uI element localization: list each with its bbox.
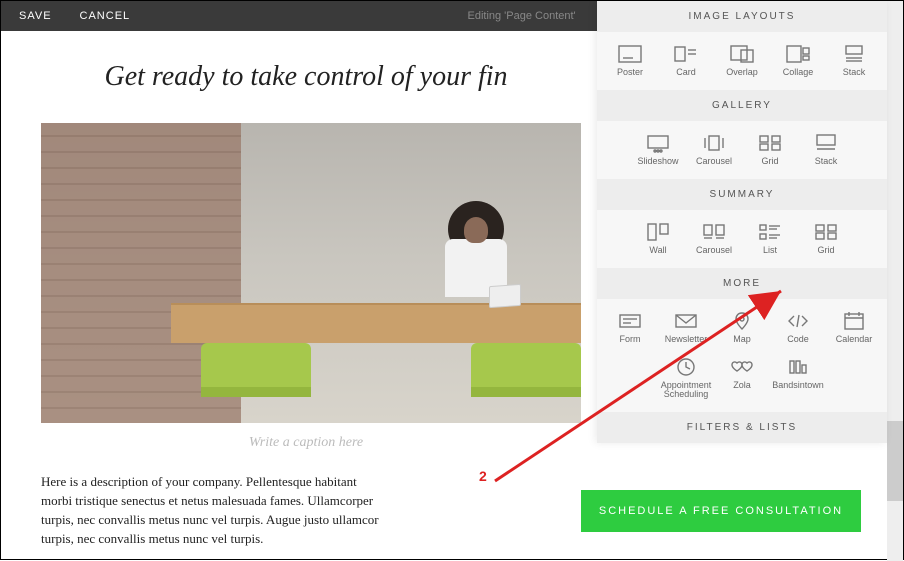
page-headline[interactable]: Get ready to take control of your fin [41, 61, 571, 93]
block-card[interactable]: Card [658, 38, 714, 84]
block-stack-g[interactable]: Stack [798, 127, 854, 173]
block-list[interactable]: List [742, 216, 798, 262]
image-caption[interactable]: Write a caption here [41, 435, 571, 451]
wall-icon [645, 222, 671, 242]
lbl: Carousel [686, 157, 742, 167]
list-icon [757, 222, 783, 242]
company-description[interactable]: Here is a description of your company. P… [41, 473, 391, 548]
lbl: Newsletter [658, 335, 714, 345]
lbl: Grid [742, 157, 798, 167]
section-header-filters: FILTERS & LISTS [597, 412, 887, 443]
lbl: Carousel [686, 246, 742, 256]
lbl: Poster [602, 68, 658, 78]
cancel-button[interactable]: CANCEL [80, 10, 131, 22]
block-newsletter[interactable]: Newsletter [658, 305, 714, 351]
scrollbar-thumb[interactable] [887, 421, 903, 501]
section-header-summary: SUMMARY [597, 179, 887, 210]
annotation-label: 2 [479, 468, 487, 484]
lbl: Grid [798, 246, 854, 256]
envelope-icon [673, 311, 699, 331]
grid-summary: Wall Carousel List Grid [597, 210, 887, 268]
lbl: Stack [826, 68, 882, 78]
block-code[interactable]: Code [770, 305, 826, 351]
lbl: Card [658, 68, 714, 78]
slideshow-icon [645, 133, 671, 153]
section-header-image-layouts: IMAGE LAYOUTS [597, 1, 887, 32]
tablet [489, 284, 521, 308]
overlap-icon [729, 44, 755, 64]
stack-g-icon [813, 133, 839, 153]
lbl: Appointment Scheduling [658, 381, 714, 401]
block-stack-img[interactable]: Stack [826, 38, 882, 84]
poster-icon [617, 44, 643, 64]
lbl: Calendar [826, 335, 882, 345]
lbl: Overlap [714, 68, 770, 78]
form-icon [617, 311, 643, 331]
block-bandsintown[interactable]: Bandsintown [770, 351, 826, 407]
block-form[interactable]: Form [602, 305, 658, 351]
hearts-icon [729, 357, 755, 377]
block-poster[interactable]: Poster [602, 38, 658, 84]
chair-right [461, 343, 581, 413]
calendar-icon [841, 311, 867, 331]
lbl: Collage [770, 68, 826, 78]
map-pin-icon [729, 311, 755, 331]
carousel-s-icon [701, 222, 727, 242]
code-icon [785, 311, 811, 331]
hero-image[interactable] [41, 123, 581, 423]
lbl: Code [770, 335, 826, 345]
page-content: Get ready to take control of your fin Wr… [1, 31, 611, 548]
lbl: Bandsintown [770, 381, 826, 391]
cta-button[interactable]: SCHEDULE A FREE CONSULTATION [581, 490, 861, 532]
save-button[interactable]: SAVE [19, 10, 52, 22]
block-collage[interactable]: Collage [770, 38, 826, 84]
block-carousel-g[interactable]: Carousel [686, 127, 742, 173]
block-grid-s[interactable]: Grid [798, 216, 854, 262]
lbl: Stack [798, 157, 854, 167]
clock-icon [673, 357, 699, 377]
lbl: Map [714, 335, 770, 345]
lbl: Slideshow [630, 157, 686, 167]
collage-icon [785, 44, 811, 64]
chair-left [201, 343, 321, 413]
lbl: Zola [714, 381, 770, 391]
stack-icon [841, 44, 867, 64]
bandsintown-icon [785, 357, 811, 377]
block-zola[interactable]: Zola [714, 351, 770, 407]
block-carousel-s[interactable]: Carousel [686, 216, 742, 262]
carousel-icon [701, 133, 727, 153]
desk [171, 303, 581, 343]
block-panel: IMAGE LAYOUTS Poster Card Overlap Collag… [597, 1, 887, 443]
lbl: Wall [630, 246, 686, 256]
grid-icon [757, 133, 783, 153]
lbl: List [742, 246, 798, 256]
grid-s-icon [813, 222, 839, 242]
block-slideshow[interactable]: Slideshow [630, 127, 686, 173]
section-header-more: MORE [597, 268, 887, 299]
grid-more: Form Newsletter Map Code Calendar Appoin… [597, 299, 887, 413]
card-icon [673, 44, 699, 64]
block-map[interactable]: Map [714, 305, 770, 351]
block-calendar[interactable]: Calendar [826, 305, 882, 351]
grid-image-layouts: Poster Card Overlap Collage Stack [597, 32, 887, 90]
block-grid-g[interactable]: Grid [742, 127, 798, 173]
block-overlap[interactable]: Overlap [714, 38, 770, 84]
grid-gallery: Slideshow Carousel Grid Stack [597, 121, 887, 179]
section-header-gallery: GALLERY [597, 90, 887, 121]
block-wall[interactable]: Wall [630, 216, 686, 262]
lbl: Form [602, 335, 658, 345]
block-appointment[interactable]: Appointment Scheduling [658, 351, 714, 407]
